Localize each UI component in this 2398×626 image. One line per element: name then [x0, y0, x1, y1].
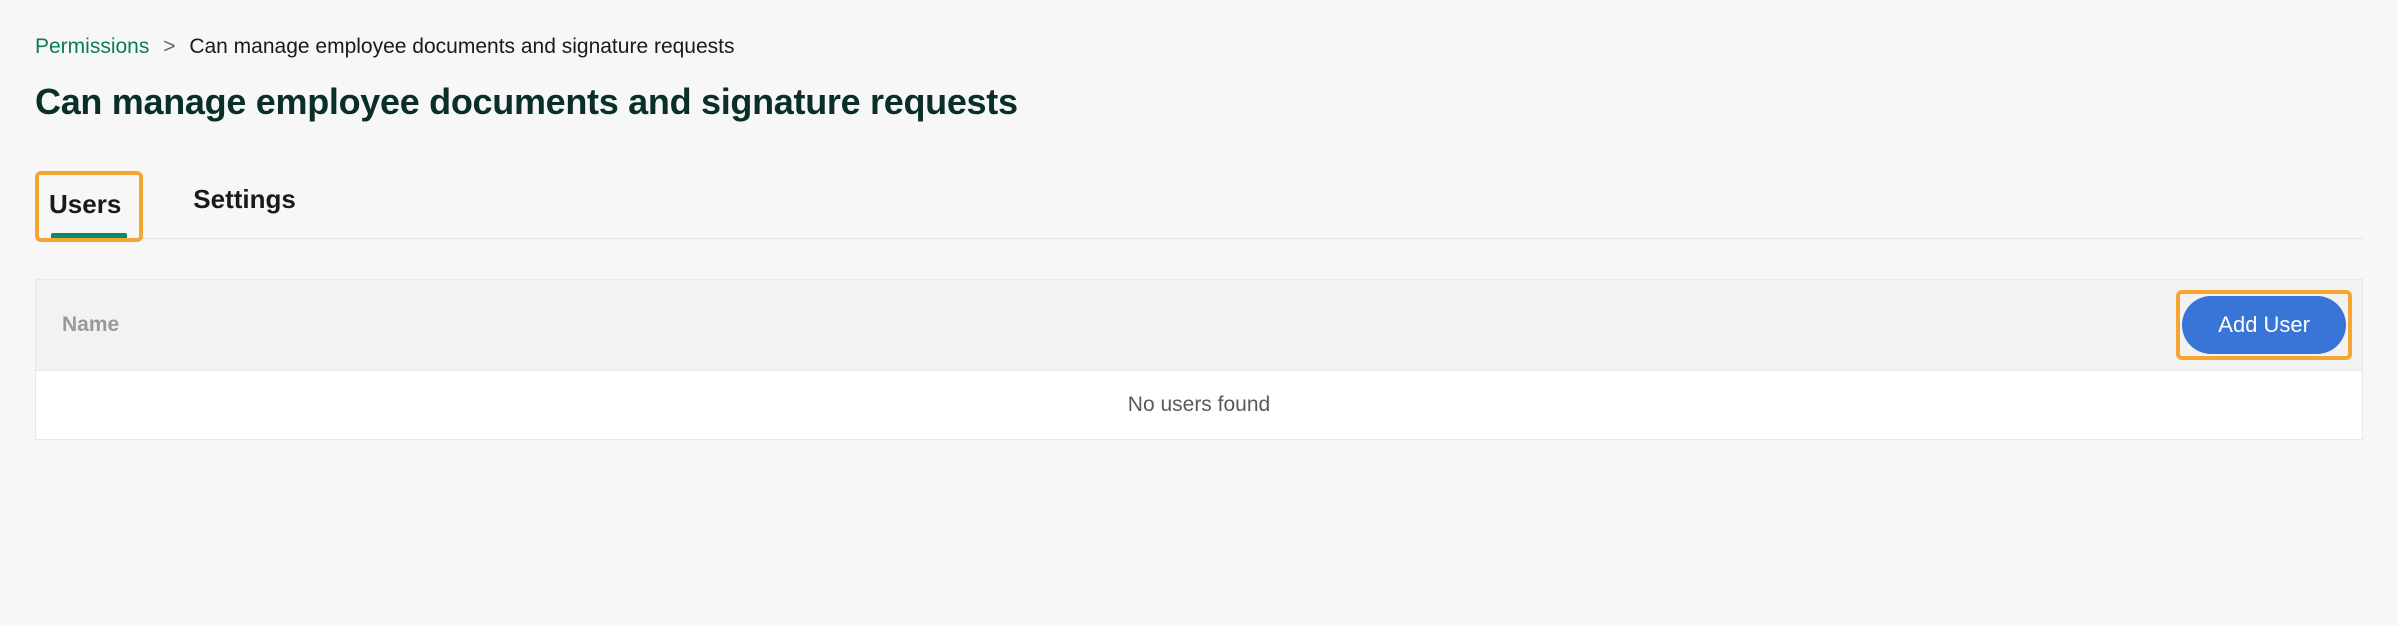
users-table: Name Add User No users found — [35, 279, 2363, 440]
tab-users[interactable]: Users — [39, 175, 139, 238]
tab-users-label: Users — [49, 189, 121, 219]
breadcrumb-current: Can manage employee documents and signat… — [189, 35, 734, 58]
table-header: Name Add User — [36, 280, 2362, 371]
tab-settings-label: Settings — [193, 184, 296, 214]
add-user-button[interactable]: Add User — [2182, 296, 2346, 354]
tab-settings[interactable]: Settings — [189, 171, 300, 238]
tab-active-underline — [51, 233, 127, 238]
breadcrumb-root-link[interactable]: Permissions — [35, 35, 149, 58]
breadcrumb-separator: > — [163, 35, 175, 58]
tabs: Users Settings — [35, 171, 2363, 239]
page-title: Can manage employee documents and signat… — [35, 81, 2363, 123]
empty-state-message: No users found — [36, 371, 2362, 439]
tab-users-highlight: Users — [35, 171, 143, 242]
breadcrumb: Permissions > Can manage employee docume… — [35, 35, 2363, 59]
add-user-highlight: Add User — [2176, 290, 2352, 360]
column-header-name: Name — [62, 313, 119, 337]
